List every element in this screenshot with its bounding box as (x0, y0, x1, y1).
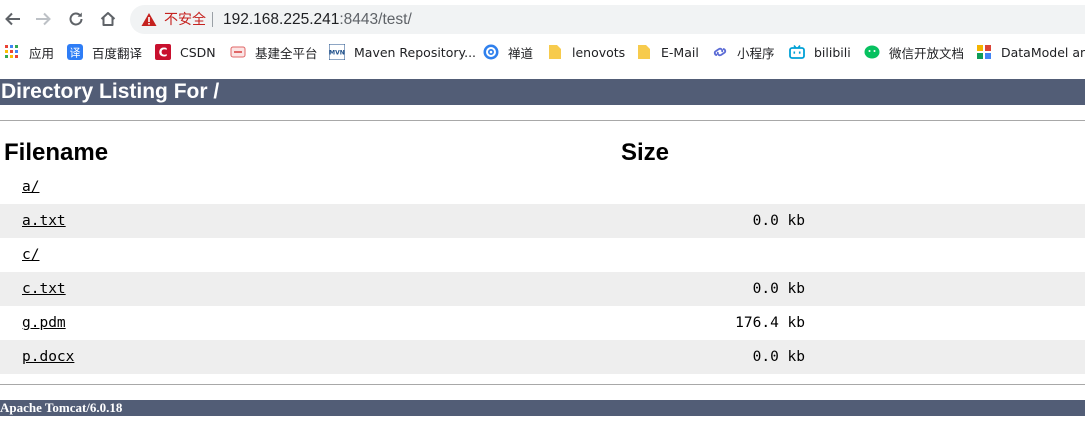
omnibox-divider (212, 12, 213, 27)
folder-icon (547, 44, 563, 60)
url-text[interactable]: 192.168.225.241:8443/test/ (223, 10, 412, 29)
bookmark-label: 微信开放文档 (889, 45, 965, 61)
home-icon (100, 12, 116, 26)
table-row: a/ (0, 170, 1085, 204)
svg-text:C: C (159, 46, 168, 60)
wechat-icon (864, 44, 880, 60)
datamodel-icon (976, 44, 992, 60)
table-row: a.txt 0.0 kb (0, 204, 1085, 238)
bookmark-bilibili[interactable]: bilibili (789, 42, 851, 62)
site-icon (230, 44, 246, 60)
bookmark-label: 禅道 (508, 45, 534, 61)
bookmark-label: 小程序 (737, 45, 775, 61)
bookmark-folder-lenovots[interactable]: lenovots (547, 42, 625, 62)
divider-top (0, 120, 1085, 121)
url-path: :8443/test/ (339, 11, 412, 28)
file-size: 0.0 kb (752, 349, 805, 365)
home-button[interactable] (95, 7, 121, 31)
bookmark-site[interactable]: 基建全平台 (230, 42, 318, 62)
bookmark-label: bilibili (814, 44, 851, 60)
bookmark-label: lenovots (572, 44, 626, 60)
file-link[interactable]: g.pdm (22, 315, 66, 332)
file-size: 176.4 kb (735, 315, 805, 331)
folder-icon (636, 44, 652, 60)
baidu-translate-icon: 译 (67, 44, 83, 60)
address-bar[interactable]: 不安全 192.168.225.241:8443/test/ (130, 5, 1085, 34)
file-link[interactable]: a/ (22, 179, 39, 196)
file-link[interactable]: c.txt (22, 281, 66, 298)
back-button[interactable] (0, 7, 26, 31)
bookmark-label: CSDN (180, 44, 216, 60)
bookmark-label: E-Mail (661, 44, 699, 60)
column-header-filename: Filename (4, 139, 109, 166)
table-row: c/ (0, 238, 1085, 272)
zentao-icon (483, 44, 499, 60)
bookmarks-bar: 应用 译 百度翻译 C CSDN 基建全平台 MVN Maven Reposit… (0, 38, 1085, 66)
bookmark-apps[interactable]: 应用 (4, 42, 54, 62)
bookmark-label: Maven Repository... (354, 44, 477, 60)
browser-toolbar: 不安全 192.168.225.241:8443/test/ (0, 0, 1085, 38)
url-host: 192.168.225.241 (223, 11, 340, 28)
table-row: g.pdm 176.4 kb (0, 306, 1085, 340)
table-row: c.txt 0.0 kb (0, 272, 1085, 306)
bookmark-label: 百度翻译 (92, 45, 143, 61)
divider-bottom (0, 384, 1085, 385)
bookmark-label: 基建全平台 (255, 45, 318, 61)
bookmark-wechat-docs[interactable]: 微信开放文档 (864, 42, 964, 62)
forward-arrow-icon (36, 12, 51, 26)
column-header-size: Size (621, 139, 670, 166)
forward-button[interactable] (30, 7, 56, 31)
page-title: Directory Listing For / (0, 79, 1085, 105)
file-size: 0.0 kb (752, 281, 805, 297)
bookmark-maven[interactable]: MVN Maven Repository... (329, 42, 476, 62)
svg-text:MVN: MVN (329, 50, 345, 57)
warning-icon[interactable] (141, 12, 157, 27)
bookmark-mini-program[interactable]: 小程序 (712, 42, 775, 62)
mvn-icon: MVN (329, 44, 345, 60)
file-link[interactable]: c/ (22, 247, 39, 264)
apps-grid-icon (4, 44, 20, 60)
reload-icon (69, 12, 83, 26)
file-size: 0.0 kb (752, 213, 805, 229)
bilibili-icon (789, 44, 805, 60)
bookmark-label: 应用 (29, 45, 55, 61)
bookmark-baidu-translate[interactable]: 译 百度翻译 (67, 42, 142, 62)
file-link[interactable]: a.txt (22, 213, 66, 230)
bookmark-folder-email[interactable]: E-Mail (636, 42, 699, 62)
bookmark-label: DataModel any (1001, 44, 1085, 60)
reload-button[interactable] (63, 7, 89, 31)
table-row: p.docx 0.0 kb (0, 340, 1085, 374)
svg-text:译: 译 (70, 47, 81, 60)
file-link[interactable]: p.docx (22, 349, 74, 366)
link-icon (712, 44, 728, 60)
back-arrow-icon (5, 12, 20, 26)
bookmark-csdn[interactable]: C CSDN (155, 42, 216, 62)
csdn-icon: C (155, 44, 171, 60)
bookmark-datamodel[interactable]: DataModel any (976, 42, 1085, 62)
bookmark-zentao[interactable]: 禅道 (483, 42, 533, 62)
server-footer: Apache Tomcat/6.0.18 (0, 400, 1085, 416)
not-secure-label[interactable]: 不安全 (164, 11, 206, 28)
